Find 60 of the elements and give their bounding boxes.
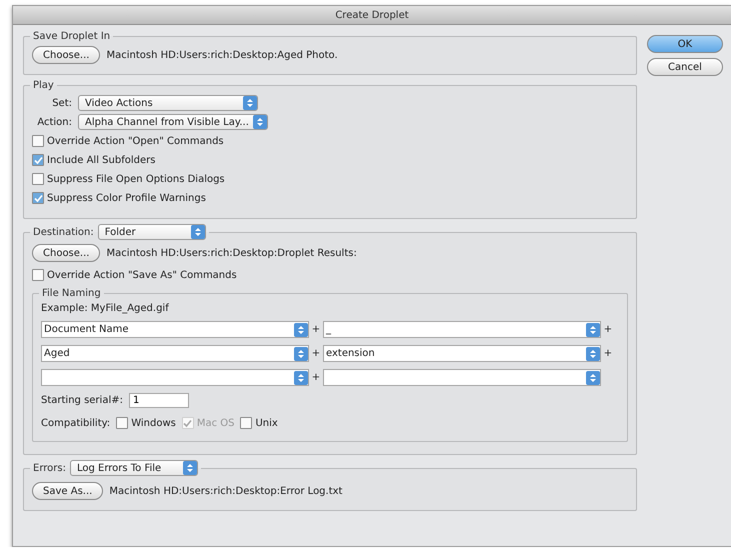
plus-sign: + — [311, 372, 321, 383]
stepper-arrows-icon — [243, 96, 257, 110]
stepper-arrows-icon — [586, 346, 600, 360]
plus-sign: + — [603, 348, 613, 359]
checkbox[interactable] — [240, 417, 252, 429]
plus-sign: + — [311, 324, 321, 335]
checkbox[interactable] — [116, 417, 128, 429]
cancel-button[interactable]: Cancel — [647, 58, 723, 76]
checkbox[interactable] — [32, 135, 44, 147]
checkbox-label: Mac OS — [196, 418, 234, 428]
stepper-arrows-icon — [586, 370, 600, 384]
group-title: Save Droplet In — [33, 31, 110, 42]
group-title: File Naming — [42, 288, 101, 299]
serial-field[interactable]: 1 — [128, 393, 189, 408]
checkbox-label: Unix — [255, 418, 278, 428]
name-field[interactable]: extension — [323, 345, 601, 362]
dropdown[interactable]: Alpha Channel from Visible Lay... — [78, 114, 268, 130]
dropdown[interactable]: Log Errors To File — [70, 460, 198, 476]
checkbox-label: Suppress File Open Options Dialogs — [47, 174, 225, 184]
example-text: Example: MyFile_Aged.gif — [41, 303, 170, 314]
name-field[interactable]: Document Name — [41, 321, 309, 338]
group-title: Play — [33, 80, 54, 91]
stepper-arrows-icon — [294, 346, 308, 360]
dropdown[interactable]: Folder — [98, 224, 206, 240]
plus-sign: + — [603, 324, 613, 335]
field-label: Compatibility: — [41, 418, 110, 428]
field-label: Action: — [36, 116, 72, 128]
checkbox[interactable] — [32, 154, 44, 166]
path-label: Macintosh HD:Users:rich:Desktop:Droplet Results: — [106, 248, 357, 258]
dropdown[interactable]: Video Actions — [78, 95, 258, 111]
checkbox[interactable] — [32, 269, 44, 281]
checkbox[interactable] — [32, 173, 44, 185]
path-label: Macintosh HD:Users:rich:Desktop:Aged Photo. — [106, 50, 338, 60]
checkbox-label: Override Action "Save As" Commands — [47, 270, 237, 280]
name-field[interactable]: _ — [323, 321, 601, 338]
path-label: Macintosh HD:Users:rich:Desktop:Error Log.txt — [109, 486, 342, 496]
checkbox[interactable] — [32, 192, 44, 204]
name-field[interactable]: Aged — [41, 345, 309, 362]
name-field[interactable] — [323, 369, 601, 386]
group-title: Destination: — [33, 226, 94, 238]
choose-button[interactable]: Choose... — [32, 46, 100, 64]
window-title: Create Droplet — [335, 10, 409, 20]
checkbox-label: Include All Subfolders — [47, 154, 156, 166]
stepper-arrows-icon — [190, 225, 205, 239]
stepper-arrows-icon — [294, 370, 308, 384]
choose-button[interactable]: Choose... — [32, 244, 100, 262]
stepper-arrows-icon — [586, 322, 600, 336]
checkbox-label: Override Action "Open" Commands — [47, 136, 224, 146]
save-as-button[interactable]: Save As... — [32, 482, 104, 500]
group-title: Errors: — [33, 462, 66, 474]
checkbox-label: Suppress Color Profile Warnings — [47, 192, 206, 204]
name-field[interactable] — [41, 369, 309, 386]
stepper-arrows-icon — [252, 115, 267, 129]
plus-sign: + — [311, 348, 321, 359]
checkbox-label: Windows — [131, 418, 176, 428]
field-label: Set: — [51, 98, 72, 108]
ok-button[interactable]: OK — [647, 35, 723, 53]
field-label: Starting serial#: — [41, 395, 123, 406]
stepper-arrows-icon — [294, 322, 308, 336]
stepper-arrows-icon — [182, 461, 197, 475]
